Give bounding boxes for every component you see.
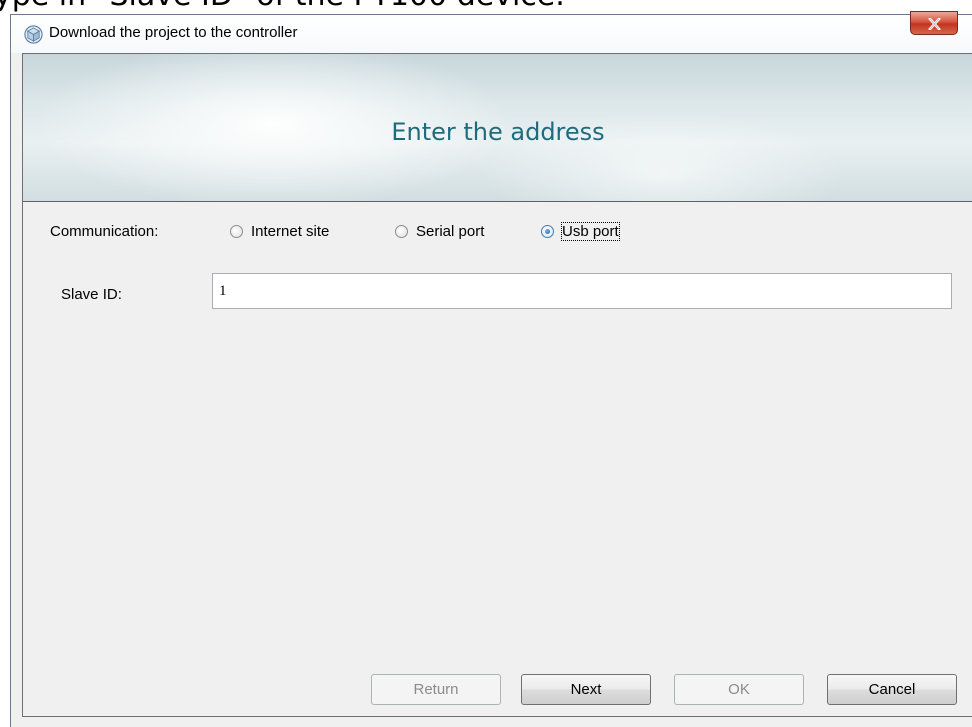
radio-usb-port-label[interactable]: Usb port [561, 221, 620, 241]
slave-id-label: Slave ID: [61, 286, 122, 303]
communication-label: Communication: [50, 223, 159, 240]
title-bar: Download the project to the controller [11, 11, 972, 53]
radio-button-icon[interactable] [395, 224, 408, 238]
next-button[interactable]: Next [521, 674, 651, 705]
instruction-caption: ype in "Slave ID" of the PT100 device. [0, 0, 565, 14]
radio-serial-port[interactable]: Serial port [395, 220, 484, 242]
radio-internet-site-label[interactable]: Internet site [251, 223, 329, 240]
dialog-body: Enter the address Communication: Interne… [22, 53, 972, 717]
radio-usb-port[interactable]: Usb port [541, 220, 620, 242]
ok-button[interactable]: OK [674, 674, 804, 705]
radio-button-icon[interactable] [230, 224, 243, 238]
cube-icon [24, 25, 43, 44]
window-title: Download the project to the controller [49, 24, 298, 41]
cancel-button[interactable]: Cancel [827, 674, 957, 705]
return-button[interactable]: Return [371, 674, 501, 705]
radio-serial-port-label[interactable]: Serial port [416, 223, 484, 240]
radio-internet-site[interactable]: Internet site [230, 220, 329, 242]
radio-selected-icon[interactable] [541, 224, 554, 238]
banner-title: Enter the address [391, 118, 605, 146]
slave-id-input[interactable]: 1 [212, 273, 952, 309]
download-dialog: Download the project to the controller E… [10, 11, 972, 727]
close-icon [928, 18, 941, 30]
header-banner: Enter the address [23, 54, 972, 202]
close-button[interactable] [910, 11, 958, 35]
